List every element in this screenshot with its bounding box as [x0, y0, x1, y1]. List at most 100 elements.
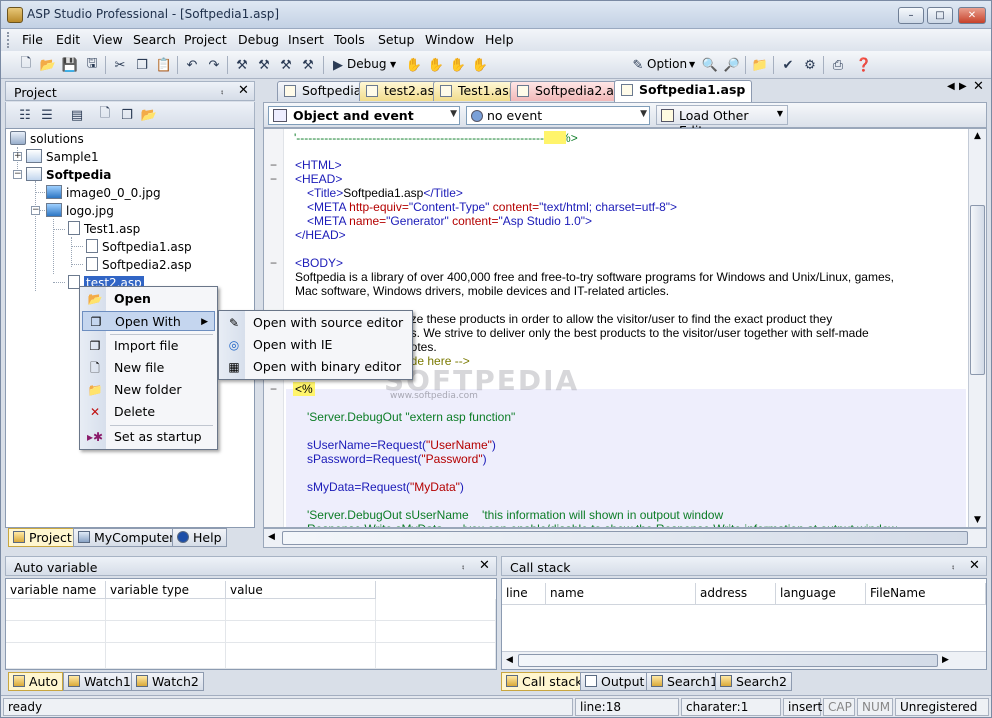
- clear-breakpoints-icon[interactable]: ⚒: [299, 56, 317, 74]
- menu-search[interactable]: Search: [133, 32, 176, 47]
- toggle-breakpoint-icon[interactable]: ⚒: [233, 56, 251, 74]
- expand-icon[interactable]: +: [13, 152, 22, 161]
- hand-icon[interactable]: ✋: [405, 56, 423, 74]
- scroll-up-icon[interactable]: ▲: [974, 131, 981, 141]
- tab-project[interactable]: Project: [8, 528, 77, 547]
- tree-item-softpedia2[interactable]: Softpedia2.asp: [86, 257, 192, 273]
- menu-insert[interactable]: Insert: [288, 32, 324, 47]
- find-next-icon[interactable]: 🔎: [723, 56, 741, 74]
- menu-item-open-with[interactable]: ❐ Open With ▶: [82, 311, 215, 331]
- editor-scrollbar[interactable]: ▲ ▼: [968, 129, 986, 527]
- menu-edit[interactable]: Edit: [56, 32, 80, 47]
- pin-icon[interactable]: ⨾: [462, 559, 464, 573]
- step-icon[interactable]: ⚒: [255, 56, 273, 74]
- menu-item-import-file[interactable]: ❐ Import file: [82, 336, 215, 356]
- hand-return-icon[interactable]: ✋: [471, 56, 489, 74]
- menu-item-new-folder[interactable]: 📁 New folder: [82, 380, 215, 400]
- menu-setup[interactable]: Setup: [378, 32, 414, 47]
- new-file-icon[interactable]: 🗋: [96, 106, 114, 124]
- tree-item-image[interactable]: image0_0_0.jpg: [46, 185, 161, 201]
- scroll-right-icon[interactable]: ▶: [942, 655, 949, 665]
- properties-icon[interactable]: ▤: [68, 106, 86, 124]
- tab-help[interactable]: Help: [172, 528, 227, 547]
- help-icon[interactable]: ❓: [855, 56, 873, 74]
- pin-icon[interactable]: ⨾: [221, 84, 223, 98]
- callstack-hscroll[interactable]: ◀ ▶: [502, 651, 986, 669]
- tree-item-softpedia[interactable]: Softpedia: [26, 167, 111, 183]
- tab-search1[interactable]: Search1: [646, 672, 723, 691]
- tree-item-test1[interactable]: Test1.asp: [68, 221, 140, 237]
- tab-search2[interactable]: Search2: [715, 672, 792, 691]
- scroll-left-icon[interactable]: ◀: [506, 655, 513, 665]
- paste-icon[interactable]: 📋: [155, 56, 173, 74]
- close-tab-icon[interactable]: ✕: [973, 79, 984, 94]
- menu-debug[interactable]: Debug: [238, 32, 279, 47]
- hscroll-thumb[interactable]: [282, 531, 968, 545]
- option-dropdown[interactable]: Option: [647, 57, 687, 71]
- tab-watch1[interactable]: Watch1: [63, 672, 136, 691]
- menu-project[interactable]: Project: [184, 32, 227, 47]
- fold-icon[interactable]: −: [270, 382, 277, 396]
- tab-softpedia1[interactable]: Softpedia1.asp: [614, 80, 753, 102]
- column-header[interactable]: variable type: [106, 581, 226, 599]
- close-panel-icon[interactable]: ✕: [479, 558, 490, 573]
- collapse-icon[interactable]: −: [13, 170, 22, 179]
- project-icon[interactable]: 📁: [751, 56, 769, 74]
- menu-item-new-file[interactable]: 🗋 New file: [82, 358, 215, 378]
- column-header[interactable]: address: [696, 583, 776, 605]
- open-folder-icon[interactable]: 📂: [39, 56, 57, 74]
- menu-item-open-source-editor[interactable]: ✎ Open with source editor: [221, 313, 410, 333]
- scrollbar-thumb[interactable]: [970, 205, 985, 375]
- event-combo[interactable]: no event ▼: [466, 106, 650, 125]
- tree-item-solutions[interactable]: solutions: [10, 131, 84, 147]
- scroll-tabs-right-icon[interactable]: ▶: [959, 81, 967, 92]
- maximize-button[interactable]: □: [927, 7, 953, 24]
- menu-item-delete[interactable]: ✕ Delete: [82, 402, 215, 422]
- fold-icon[interactable]: −: [270, 158, 277, 172]
- menu-item-set-startup[interactable]: ▸✱ Set as startup: [82, 427, 215, 447]
- column-header[interactable]: variable name: [6, 581, 106, 599]
- menu-help[interactable]: Help: [485, 32, 514, 47]
- collapse-icon[interactable]: −: [31, 206, 40, 215]
- step-over-icon[interactable]: ⚒: [277, 56, 295, 74]
- close-panel-icon[interactable]: ✕: [969, 558, 980, 573]
- menu-item-open-binary-editor[interactable]: ▦ Open with binary editor: [221, 357, 410, 377]
- hand-step-icon[interactable]: ✋: [449, 56, 467, 74]
- save-all-icon[interactable]: 🖫: [83, 56, 101, 74]
- close-panel-icon[interactable]: ✕: [238, 83, 249, 98]
- menu-file[interactable]: File: [22, 32, 43, 47]
- tab-auto[interactable]: Auto: [8, 672, 64, 691]
- print-icon[interactable]: ⎙: [829, 56, 847, 74]
- import-icon[interactable]: ❐: [118, 106, 136, 124]
- menu-tools[interactable]: Tools: [334, 32, 365, 47]
- pin-icon[interactable]: ⨾: [952, 559, 954, 573]
- run-icon[interactable]: ▶: [329, 56, 347, 74]
- new-folder-icon[interactable]: 📂: [140, 106, 158, 124]
- redo-icon[interactable]: ↷: [205, 56, 223, 74]
- column-header[interactable]: line: [502, 583, 546, 605]
- find-icon[interactable]: 🔍: [701, 56, 719, 74]
- tab-softpedia[interactable]: Softpedia: [277, 81, 369, 101]
- hand-stop-icon[interactable]: ✋: [427, 56, 445, 74]
- check-icon[interactable]: ✔: [779, 56, 797, 74]
- tree-view-icon[interactable]: ☷: [16, 106, 34, 124]
- scroll-tabs-left-icon[interactable]: ◀: [947, 81, 955, 92]
- menu-item-open[interactable]: 📂 Open: [82, 289, 215, 309]
- load-other-editor-button[interactable]: Load Other Editor▼: [656, 105, 788, 138]
- menu-item-open-ie[interactable]: ◎ Open with IE: [221, 335, 410, 355]
- tree-item-logo[interactable]: logo.jpg: [46, 203, 114, 219]
- menu-view[interactable]: View: [93, 32, 123, 47]
- debug-dropdown[interactable]: Debug: [347, 57, 386, 71]
- object-event-combo[interactable]: Object and event ▼: [268, 106, 460, 125]
- chevron-down-icon[interactable]: ▼: [390, 60, 396, 69]
- hscroll-thumb[interactable]: [518, 654, 938, 667]
- tab-output[interactable]: Output: [580, 672, 650, 691]
- tree-item-sample1[interactable]: Sample1: [26, 149, 99, 165]
- copy-icon[interactable]: ❐: [133, 56, 151, 74]
- tab-watch2[interactable]: Watch2: [131, 672, 204, 691]
- settings-icon[interactable]: ⚙: [801, 56, 819, 74]
- option-icon[interactable]: ✎: [629, 56, 647, 74]
- scroll-down-icon[interactable]: ▼: [974, 515, 981, 525]
- tree-item-softpedia1[interactable]: Softpedia1.asp: [86, 239, 192, 255]
- chevron-down-icon[interactable]: ▼: [689, 60, 695, 69]
